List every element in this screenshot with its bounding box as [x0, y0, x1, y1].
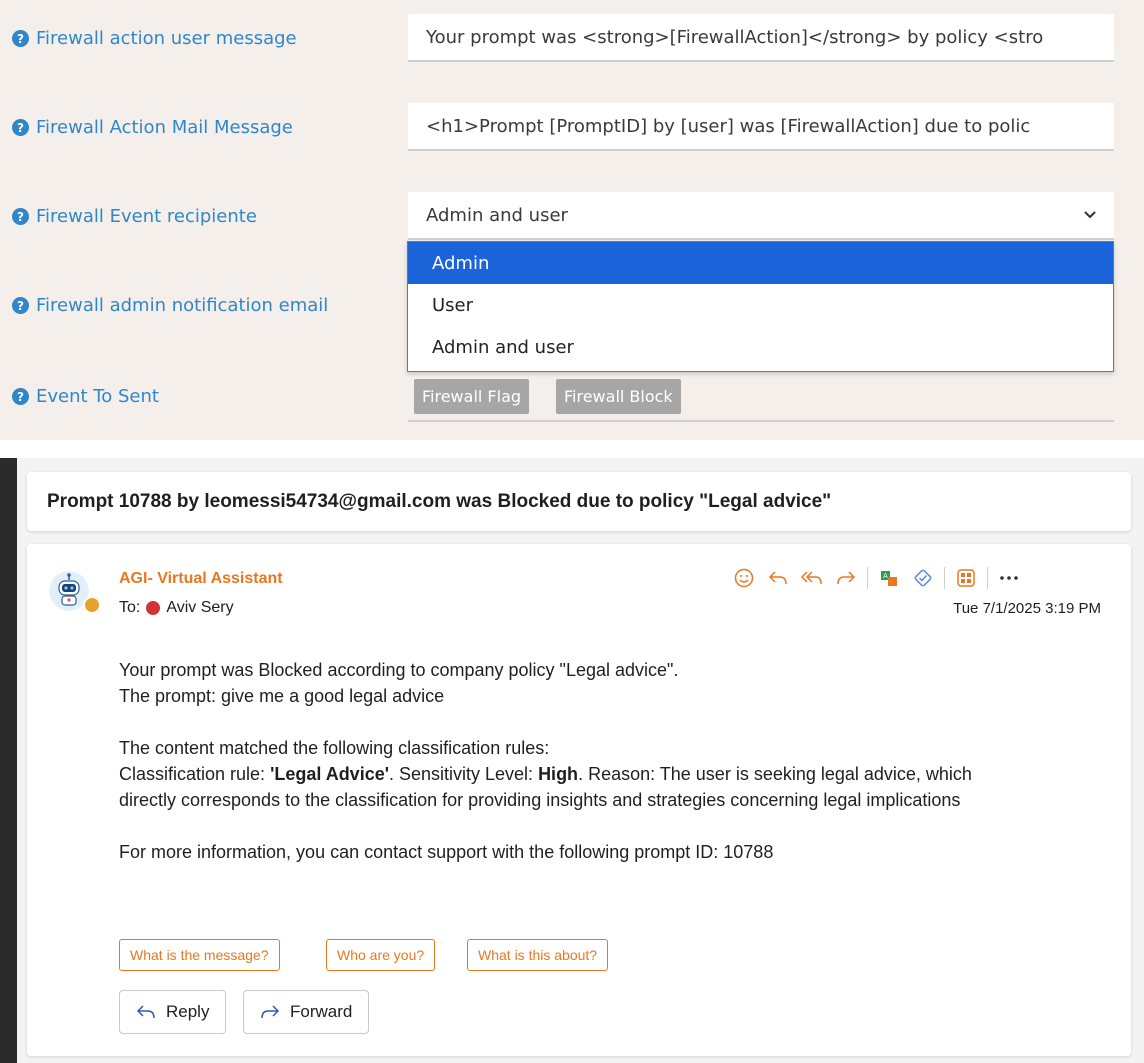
reply-label: Reply [166, 1002, 210, 1021]
reply-button[interactable]: Reply [119, 990, 227, 1034]
firewall-settings-panel: ? Firewall action user message Your prom… [0, 0, 1144, 440]
sensitivity-level: High [538, 764, 579, 784]
to-label: To: [119, 599, 141, 616]
recipient-line: To: Aviv Sery [119, 599, 234, 617]
smiley-icon[interactable] [727, 562, 761, 594]
translate-icon[interactable]: A [872, 562, 906, 594]
forward-label: Forward [290, 1002, 353, 1021]
body-line: For more information, you can contact su… [119, 842, 774, 862]
setting-label-user-message: ? Firewall action user message [12, 28, 297, 49]
forward-icon[interactable] [829, 562, 863, 594]
message-toolbar: A [727, 562, 1026, 594]
event-tag-firewall-flag[interactable]: Firewall Flag [414, 379, 530, 414]
setting-label-text: Firewall admin notification email [36, 295, 329, 316]
suggestion-chip[interactable]: What is this about? [467, 939, 609, 971]
help-icon[interactable]: ? [12, 388, 29, 405]
forward-icon [261, 1005, 280, 1019]
reason-text: . Reason: The user is seeking legal advi… [578, 764, 972, 784]
suggestion-label: What is the message? [130, 947, 269, 963]
sender-name[interactable]: AGI- Virtual Assistant [119, 570, 283, 588]
suggestion-label: What is this about? [478, 947, 598, 963]
event-tag-label: Firewall Block [564, 387, 673, 406]
setting-label-mail-message: ? Firewall Action Mail Message [12, 117, 293, 138]
tags-field-underline [408, 420, 1114, 422]
event-recipient-value: Admin and user [426, 204, 568, 226]
suggestion-label: Who are you? [337, 947, 425, 963]
event-tag-label: Firewall Flag [422, 387, 522, 406]
mail-message-input[interactable]: <h1>Prompt [PromptID] by [user] was [Fir… [408, 103, 1114, 151]
mail-message-value: <h1>Prompt [PromptID] by [user] was [Fir… [426, 115, 1031, 137]
classification-rule-line: Classification rule: 'Legal Advice'. Sen… [119, 761, 1109, 787]
setting-label-text: Event To Sent [36, 386, 159, 407]
setting-label-event-to-sent: ? Event To Sent [12, 386, 159, 407]
setting-label-text: Firewall action user message [36, 28, 297, 49]
reply-icon[interactable] [761, 562, 795, 594]
reply-all-icon[interactable] [795, 562, 829, 594]
user-message-input[interactable]: Your prompt was <strong>[FirewallAction]… [408, 14, 1114, 62]
help-icon[interactable]: ? [12, 119, 29, 136]
rule-prefix: Classification rule: [119, 764, 271, 784]
setting-label-text: Firewall Event recipiente [36, 206, 257, 227]
suggestion-chip[interactable]: Who are you? [326, 939, 436, 971]
email-subject: Prompt 10788 by leomessi54734@gmail.com … [47, 490, 832, 512]
user-message-value: Your prompt was <strong>[FirewallAction]… [426, 26, 1044, 48]
toolbar-separator [867, 567, 868, 589]
svg-text:A: A [883, 572, 888, 580]
email-reading-pane: Prompt 10788 by leomessi54734@gmail.com … [0, 458, 1144, 1063]
setting-label-event-recipient: ? Firewall Event recipiente [12, 206, 257, 227]
forward-button[interactable]: Forward [243, 990, 370, 1034]
help-icon[interactable]: ? [12, 30, 29, 47]
email-body: Your prompt was Blocked according to com… [119, 657, 1109, 865]
apps-icon[interactable] [949, 562, 983, 594]
chevron-down-icon [1084, 211, 1096, 219]
dropdown-option-admin-and-user[interactable]: Admin and user [408, 326, 1113, 368]
message-card: AGI- Virtual Assistant To: Aviv Sery Tue… [27, 544, 1131, 1056]
recipient-name[interactable]: Aviv Sery [166, 599, 233, 617]
body-line: Your prompt was Blocked according to com… [119, 660, 679, 680]
app-sidebar-edge [0, 458, 17, 1063]
setting-label-admin-email: ? Firewall admin notification email [12, 295, 328, 316]
sensitivity-icon[interactable] [906, 562, 940, 594]
body-line: The prompt: give me a good legal advice [119, 686, 445, 706]
presence-away-icon [83, 596, 101, 614]
event-tag-firewall-block[interactable]: Firewall Block [556, 379, 681, 414]
setting-label-text: Firewall Action Mail Message [36, 117, 293, 138]
presence-busy-icon [146, 601, 161, 615]
more-icon[interactable] [992, 562, 1026, 594]
event-recipient-dropdown-list: Admin User Admin and user [407, 241, 1114, 372]
email-date: Tue 7/1/2025 3:19 PM [953, 600, 1101, 617]
reply-icon [136, 1005, 155, 1019]
dropdown-option-admin[interactable]: Admin [408, 242, 1113, 284]
rule-name: 'Legal Advice' [270, 764, 389, 784]
toolbar-separator [944, 567, 945, 589]
suggestion-chip[interactable]: What is the message? [119, 939, 280, 971]
body-line: directly corresponds to the classificati… [119, 790, 961, 810]
help-icon[interactable]: ? [12, 208, 29, 225]
subject-header: Prompt 10788 by leomessi54734@gmail.com … [27, 472, 1131, 531]
body-line: The content matched the following classi… [119, 738, 550, 758]
event-recipient-select[interactable]: Admin and user [408, 192, 1114, 240]
sensitivity-prefix: . Sensitivity Level: [389, 764, 539, 784]
help-icon[interactable]: ? [12, 297, 29, 314]
dropdown-option-user[interactable]: User [408, 284, 1113, 326]
toolbar-separator [987, 567, 988, 589]
